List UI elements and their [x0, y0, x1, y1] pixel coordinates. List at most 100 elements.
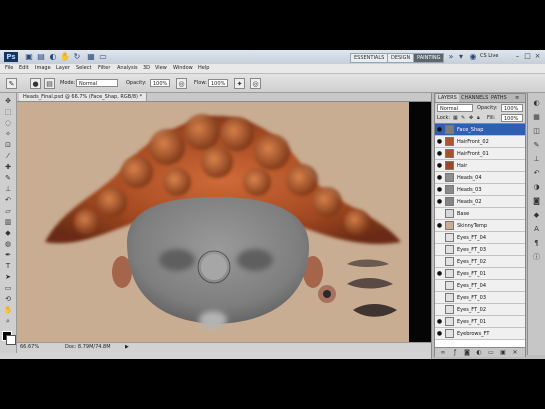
layer-thumbnail[interactable]	[445, 137, 454, 146]
layer-thumbnail[interactable]	[445, 209, 454, 218]
layer-row[interactable]: ● HairFront_01	[435, 148, 525, 160]
layer-row[interactable]: Eyes_FT_03	[435, 292, 525, 304]
zoom-tool-icon[interactable]: ⌕	[3, 317, 13, 326]
eyedropper-tool-icon[interactable]: ⁄	[3, 152, 13, 161]
layer-row[interactable]: ● Eyes_FT_01	[435, 316, 525, 328]
workspace-painting[interactable]: PAINTING	[413, 53, 445, 63]
blend-mode-select[interactable]: Normal	[437, 104, 473, 112]
crop-tool-icon[interactable]: ⊡	[3, 141, 13, 150]
layer-visibility-eye-icon[interactable]	[436, 282, 443, 289]
delete-layer-icon[interactable]: ✕	[511, 349, 519, 356]
brush-panel-toggle-icon[interactable]: ▤	[44, 78, 55, 89]
layer-row[interactable]: Eyes_FT_02	[435, 304, 525, 316]
pen-tool-icon[interactable]: ✒	[3, 251, 13, 260]
layer-name[interactable]: Eyes_FT_03	[457, 294, 486, 302]
masks-panel-icon[interactable]: ◙	[532, 197, 541, 206]
layer-thumbnail[interactable]	[445, 161, 454, 170]
layer-row[interactable]: ● Heads_02	[435, 196, 525, 208]
layer-visibility-eye-icon[interactable]: ●	[436, 150, 443, 157]
brush-size-picker-icon[interactable]: ●	[30, 78, 41, 89]
layer-thumbnail[interactable]	[445, 317, 454, 326]
layer-mask-icon[interactable]: ◙	[463, 349, 471, 356]
menu-file[interactable]: File	[5, 65, 13, 72]
lock-transparency-icon[interactable]: ▦	[453, 114, 458, 122]
layer-visibility-eye-icon[interactable]	[436, 246, 443, 253]
shape-tool-icon[interactable]: ▭	[3, 284, 13, 293]
airbrush-icon[interactable]: ✦	[234, 78, 245, 89]
history-brush-tool-icon[interactable]: ↶	[3, 196, 13, 205]
layer-thumbnail[interactable]	[445, 149, 454, 158]
lock-all-icon[interactable]: 🔒︎	[477, 114, 480, 122]
layer-row[interactable]: ● Eyes_FT_01	[435, 268, 525, 280]
arrange-documents-icon[interactable]: ▦	[86, 52, 96, 61]
layer-row[interactable]: ● Heads_04	[435, 172, 525, 184]
adjustments-panel-icon[interactable]: ◑	[532, 183, 541, 192]
layer-name[interactable]: Face_Shap	[457, 126, 483, 134]
workspace-design[interactable]: DESIGN	[387, 53, 415, 63]
layer-name[interactable]: Base	[457, 210, 469, 218]
layer-visibility-eye-icon[interactable]: ●	[436, 162, 443, 169]
lock-pixels-icon[interactable]: ✎	[461, 114, 465, 122]
panel-menu-icon[interactable]: ≡	[513, 94, 521, 102]
tab-paths[interactable]: PATHS	[489, 94, 509, 102]
bridge-icon[interactable]: ▣	[24, 52, 34, 61]
mode-select[interactable]: Normal	[76, 79, 118, 87]
menu-view[interactable]: View	[155, 65, 167, 72]
flow-field[interactable]: 100%	[208, 79, 228, 87]
layer-name[interactable]: Eyes_FT_04	[457, 282, 486, 290]
workspace-menu-icon[interactable]: »	[446, 52, 456, 61]
menu-edit[interactable]: Edit	[19, 65, 29, 72]
brush-tool-icon[interactable]: ✎	[3, 174, 13, 183]
dodge-tool-icon[interactable]: ◍	[3, 240, 13, 249]
workspace-options-icon[interactable]: ▾	[456, 52, 466, 61]
zoom-level-icon[interactable]: ◐	[48, 52, 58, 61]
navigator-panel-icon[interactable]: ◫	[532, 127, 541, 136]
layer-visibility-eye-icon[interactable]	[436, 294, 443, 301]
layer-thumbnail[interactable]	[445, 245, 454, 254]
background-color-swatch[interactable]	[6, 335, 16, 345]
layer-thumbnail[interactable]	[445, 269, 454, 278]
layer-thumbnail[interactable]	[445, 257, 454, 266]
opacity-field[interactable]: 100%	[150, 79, 170, 87]
layer-visibility-eye-icon[interactable]	[436, 234, 443, 241]
layer-visibility-eye-icon[interactable]: ●	[436, 198, 443, 205]
lock-position-icon[interactable]: ✥	[469, 114, 473, 122]
history-panel-icon[interactable]: ↶	[532, 169, 541, 178]
layer-name[interactable]: Hair	[457, 162, 467, 170]
layer-name[interactable]: Eyes_FT_01	[457, 318, 486, 326]
layer-row[interactable]: Eyes_FT_02	[435, 256, 525, 268]
layer-name[interactable]: SkinnyTemp	[457, 222, 487, 230]
layer-row[interactable]: Base	[435, 208, 525, 220]
paragraph-panel-icon[interactable]: ¶	[532, 239, 541, 248]
layer-thumbnail[interactable]	[445, 281, 454, 290]
layer-thumbnail[interactable]	[445, 293, 454, 302]
layer-visibility-eye-icon[interactable]: ●	[436, 126, 443, 133]
layer-row[interactable]: ● HairFront_02	[435, 136, 525, 148]
layer-row[interactable]: ● Face_Shap	[435, 124, 525, 136]
workspace-essentials[interactable]: ESSENTIALS	[350, 53, 389, 63]
type-tool-icon[interactable]: T	[3, 262, 13, 271]
healing-tool-icon[interactable]: ✚	[3, 163, 13, 172]
layer-name[interactable]: Heads_04	[457, 174, 482, 182]
eraser-tool-icon[interactable]: ▱	[3, 207, 13, 216]
layer-row[interactable]: ● Eyebrows_FT	[435, 328, 525, 340]
menu-image[interactable]: Image	[35, 65, 51, 72]
menu-3d[interactable]: 3D	[143, 65, 150, 72]
close-icon[interactable]: ×	[534, 53, 541, 60]
fill-field[interactable]: 100%	[501, 114, 523, 122]
cs-live-icon[interactable]: ◉	[468, 52, 478, 61]
menu-help[interactable]: Help	[198, 65, 209, 72]
layer-visibility-eye-icon[interactable]: ●	[436, 330, 443, 337]
layer-thumbnail[interactable]	[445, 221, 454, 230]
layer-name[interactable]: Eyes_FT_02	[457, 306, 486, 314]
layer-thumbnail[interactable]	[445, 173, 454, 182]
quick-select-tool-icon[interactable]: ✧	[3, 130, 13, 139]
layer-name[interactable]: Eyes_FT_04	[457, 234, 486, 242]
tab-channels[interactable]: CHANNELS	[459, 94, 490, 102]
document-tab[interactable]: Heads_Final.psd @ 66.7% (Face_Shap, RGB/…	[19, 93, 148, 101]
layer-name[interactable]: Eyes_FT_01	[457, 270, 486, 278]
path-select-tool-icon[interactable]: ➤	[3, 273, 13, 282]
layer-name[interactable]: Eyebrows_FT	[457, 330, 489, 338]
layer-name[interactable]: Heads_02	[457, 198, 482, 206]
layer-thumbnail[interactable]	[445, 125, 454, 134]
